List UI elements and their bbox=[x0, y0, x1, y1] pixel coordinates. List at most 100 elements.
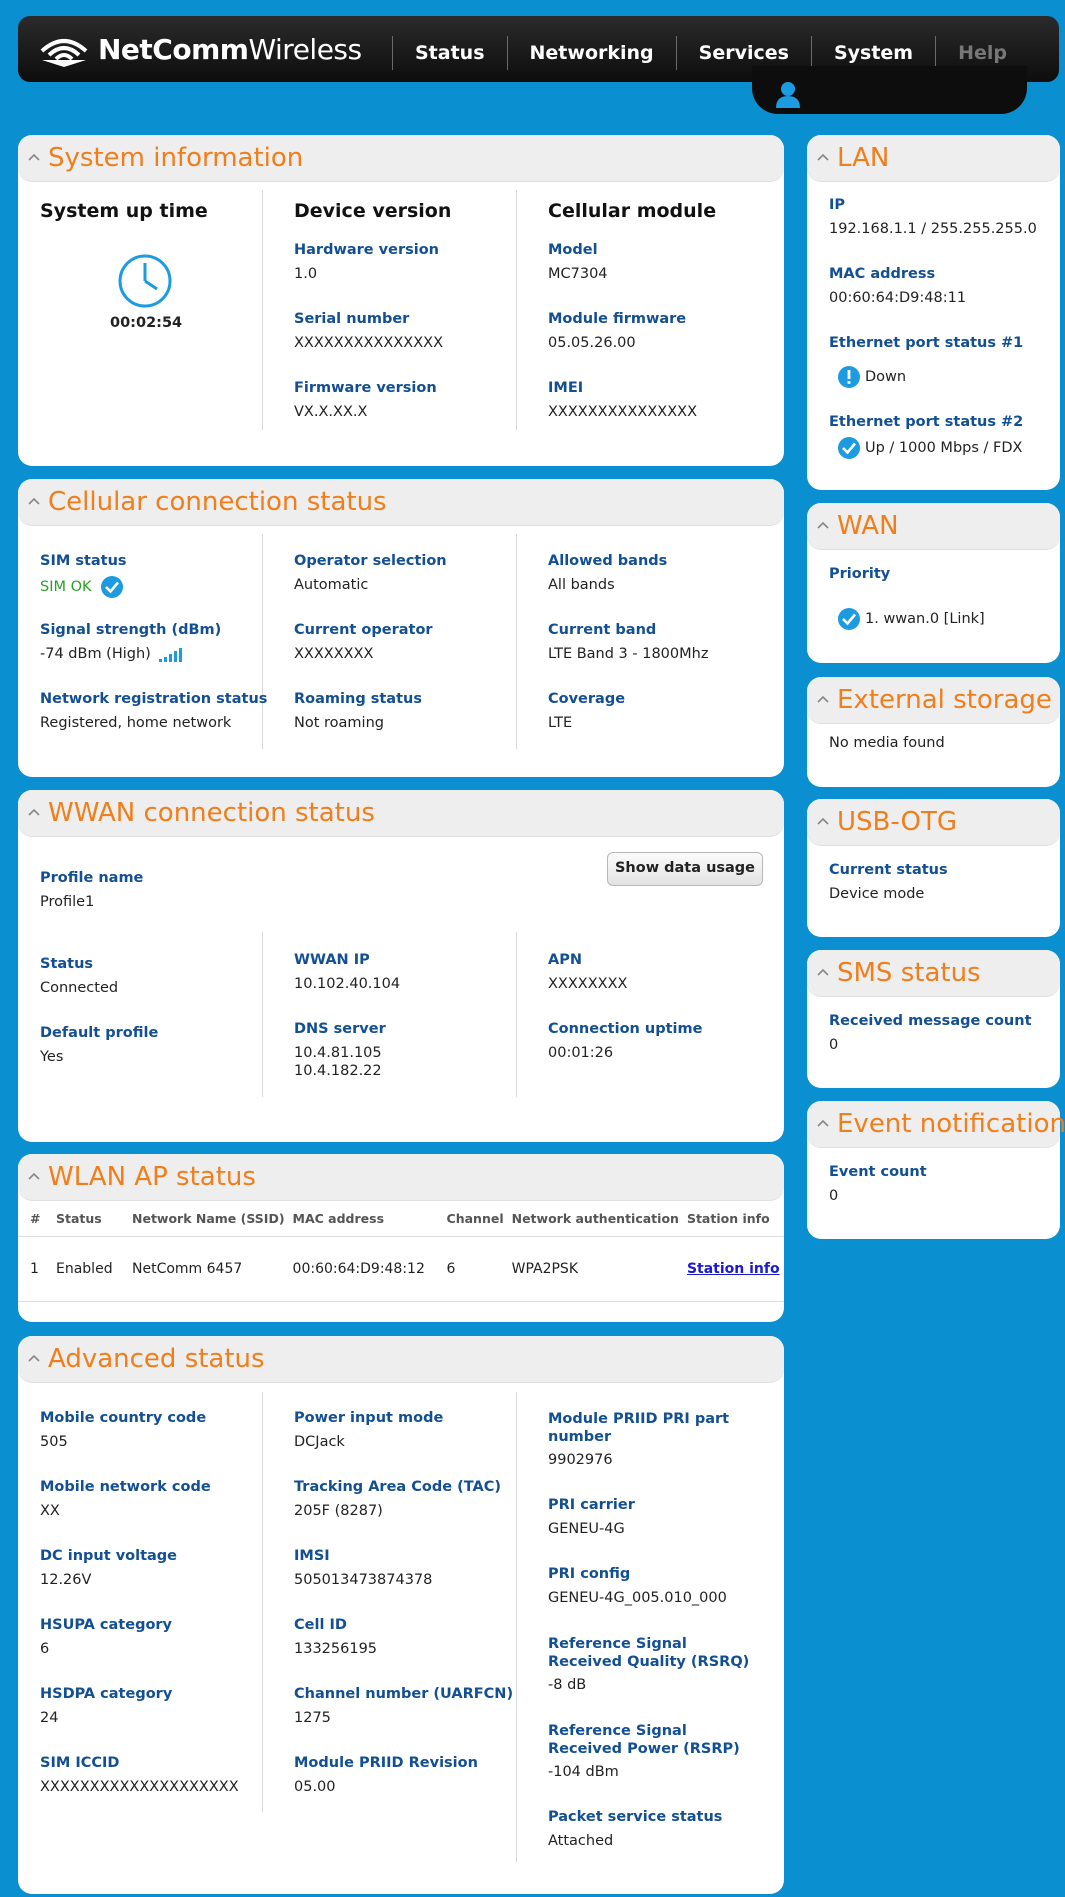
wlan-ap-header[interactable]: WLAN AP status bbox=[18, 1154, 784, 1201]
wwan-connection-header[interactable]: WWAN connection status bbox=[18, 790, 784, 837]
rsrq-label: Reference Signal Received Quality (RSRQ) bbox=[548, 1636, 750, 1670]
ethernet-port-2-value: Up / 1000 Mbps / FDX bbox=[837, 436, 1022, 460]
allowed-bands-value: All bands bbox=[548, 577, 615, 593]
nav-system[interactable]: System bbox=[810, 36, 935, 70]
sim-iccid-label: SIM ICCID bbox=[40, 1755, 120, 1771]
chevron-up-icon[interactable] bbox=[817, 968, 829, 976]
lan-header[interactable]: LAN bbox=[807, 135, 1060, 182]
allowed-bands-label: Allowed bands bbox=[548, 553, 668, 569]
usb-status-label: Current status bbox=[829, 862, 948, 878]
station-info-link[interactable]: Station info bbox=[687, 1261, 780, 1277]
advanced-status-header[interactable]: Advanced status bbox=[18, 1336, 784, 1383]
dc-voltage-label: DC input voltage bbox=[40, 1548, 178, 1564]
brand-name: NetCommWireless bbox=[98, 32, 362, 66]
hsdpa-label: HSDPA category bbox=[40, 1686, 173, 1702]
chevron-up-icon[interactable] bbox=[817, 1119, 829, 1127]
lan-mac-value: 00:60:64:D9:48:11 bbox=[829, 290, 967, 306]
user-icon[interactable] bbox=[774, 80, 802, 108]
divider bbox=[262, 1392, 263, 1812]
wlan-table: # Status Network Name (SSID) MAC address… bbox=[18, 1200, 784, 1302]
table-header-row: # Status Network Name (SSID) MAC address… bbox=[18, 1200, 784, 1237]
event-notification-panel: Event notification Event count 0 bbox=[807, 1101, 1065, 1239]
column-header: Channel bbox=[438, 1200, 504, 1237]
usb-otg-panel: USB-OTG Current status Device mode bbox=[807, 799, 1060, 937]
nav-help[interactable]: Help bbox=[935, 36, 1029, 70]
chevron-up-icon[interactable] bbox=[28, 497, 40, 505]
hsupa-label: HSUPA category bbox=[40, 1617, 173, 1633]
signal-strength-text: -74 dBm (High) bbox=[40, 646, 151, 662]
usb-otg-header[interactable]: USB-OTG bbox=[807, 799, 1060, 846]
chevron-up-icon[interactable] bbox=[28, 808, 40, 816]
system-information-panel: System information System up time 00:02:… bbox=[18, 135, 784, 466]
chevron-up-icon[interactable] bbox=[28, 153, 40, 161]
mnc-label: Mobile network code bbox=[40, 1479, 211, 1495]
event-notification-header[interactable]: Event notification bbox=[807, 1101, 1065, 1148]
mcc-label: Mobile country code bbox=[40, 1410, 207, 1426]
dns-server-value-2: 10.4.182.22 bbox=[294, 1063, 382, 1079]
sms-status-header[interactable]: SMS status bbox=[807, 950, 1060, 997]
divider bbox=[516, 534, 517, 749]
default-profile-value: Yes bbox=[40, 1049, 64, 1065]
network-registration-value: Registered, home network bbox=[40, 715, 232, 731]
uptime-heading: System up time bbox=[40, 200, 208, 222]
chevron-up-icon[interactable] bbox=[28, 1354, 40, 1362]
divider bbox=[516, 190, 517, 430]
apn-label: APN bbox=[548, 952, 582, 968]
panel-title: USB-OTG bbox=[837, 807, 957, 837]
coverage-value: LTE bbox=[548, 715, 573, 731]
priid-revision-value: 05.00 bbox=[294, 1779, 336, 1795]
chevron-up-icon[interactable] bbox=[817, 695, 829, 703]
sim-iccid-value: XXXXXXXXXXXXXXXXXXXX bbox=[40, 1779, 239, 1795]
cellular-module-heading: Cellular module bbox=[548, 200, 717, 222]
wlan-ap-panel: WLAN AP status # Status Network Name (SS… bbox=[18, 1154, 784, 1322]
nav-services[interactable]: Services bbox=[675, 36, 811, 70]
panel-title: WAN bbox=[837, 511, 899, 541]
netcomm-logo[interactable]: NetCommWireless bbox=[38, 29, 362, 69]
network-registration-label: Network registration status bbox=[40, 691, 268, 707]
pri-part-number-label: Module PRIID PRI part number bbox=[548, 1411, 730, 1445]
roaming-status-value: Not roaming bbox=[294, 715, 384, 731]
wan-header[interactable]: WAN bbox=[807, 503, 1060, 550]
show-data-usage-button[interactable]: Show data usage bbox=[607, 852, 763, 886]
imei-value: XXXXXXXXXXXXXXX bbox=[548, 404, 698, 420]
sim-status-text: SIM OK bbox=[40, 579, 92, 595]
check-circle-icon bbox=[101, 576, 124, 598]
external-storage-header[interactable]: External storage bbox=[807, 677, 1060, 724]
chevron-up-icon[interactable] bbox=[817, 817, 829, 825]
ethernet-port-2-label: Ethernet port status #2 bbox=[829, 414, 1024, 430]
lan-ip-value: 192.168.1.1 / 255.255.255.0 bbox=[829, 221, 1037, 237]
chevron-up-icon[interactable] bbox=[817, 521, 829, 529]
column-header: Network authentication bbox=[503, 1200, 679, 1237]
nav-networking[interactable]: Networking bbox=[506, 36, 676, 70]
rsrp-label: Reference Signal Received Power (RSRP) bbox=[548, 1723, 740, 1757]
advanced-status-panel: Advanced status Mobile country code 505 … bbox=[18, 1336, 784, 1894]
power-input-value: DCJack bbox=[294, 1434, 345, 1450]
profile-name-label: Profile name bbox=[40, 870, 144, 886]
rsrp-value: -104 dBm bbox=[548, 1764, 619, 1780]
pri-carrier-value: GENEU-4G bbox=[548, 1521, 625, 1537]
chevron-up-icon[interactable] bbox=[817, 153, 829, 161]
check-circle-icon bbox=[838, 608, 860, 630]
panel-title: SMS status bbox=[837, 958, 981, 988]
column-header: Station info bbox=[678, 1200, 784, 1237]
cell-index: 1 bbox=[18, 1236, 48, 1302]
alert-circle-icon bbox=[838, 366, 860, 388]
system-information-header[interactable]: System information bbox=[18, 135, 784, 182]
power-input-label: Power input mode bbox=[294, 1410, 444, 1426]
divider bbox=[262, 190, 263, 430]
lan-ip-label: IP bbox=[829, 197, 846, 213]
connection-uptime-label: Connection uptime bbox=[548, 1021, 703, 1037]
cell-status: Enabled bbox=[48, 1236, 124, 1302]
panel-title: Advanced status bbox=[48, 1344, 265, 1374]
cellular-connection-panel: Cellular connection status SIM status SI… bbox=[18, 479, 784, 777]
module-firmware-value: 05.05.26.00 bbox=[548, 335, 636, 351]
column-header: # bbox=[18, 1200, 48, 1237]
cellular-connection-header[interactable]: Cellular connection status bbox=[18, 479, 784, 526]
cell-channel: 6 bbox=[438, 1236, 504, 1302]
dc-voltage-value: 12.26V bbox=[40, 1572, 92, 1588]
chevron-up-icon[interactable] bbox=[28, 1172, 40, 1180]
divider bbox=[516, 932, 517, 1097]
rsrq-value: -8 dB bbox=[548, 1677, 587, 1693]
nav-status[interactable]: Status bbox=[392, 36, 507, 70]
operator-selection-value: Automatic bbox=[294, 577, 369, 593]
